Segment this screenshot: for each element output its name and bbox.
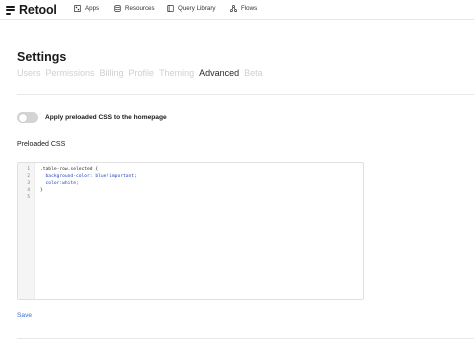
nav-label-flows: Flows [241, 5, 258, 12]
flows-icon [230, 5, 237, 12]
code-line[interactable]: background-color: blue!important; [40, 173, 137, 180]
apps-icon [74, 5, 81, 12]
tab-profile[interactable]: Profile [129, 68, 155, 82]
database-icon [114, 5, 121, 12]
editor-code[interactable]: .table-row.selected { background-color: … [40, 166, 137, 201]
preload-css-toggle-row: Apply preloaded CSS to the homepage [17, 112, 167, 123]
code-line[interactable] [40, 194, 137, 201]
preload-css-toggle-label: Apply preloaded CSS to the homepage [45, 114, 167, 121]
code-line[interactable]: } [40, 187, 137, 194]
line-number: 4 [27, 188, 30, 193]
preloaded-css-label: Preloaded CSS [17, 141, 66, 148]
line-number: 2 [27, 174, 30, 179]
brand-name: Retool [19, 3, 57, 17]
tabs-divider [17, 94, 474, 95]
top-navigation-bar: Retool Apps Resources Query Library Flow… [0, 0, 474, 20]
tab-users[interactable]: Users [17, 68, 41, 82]
line-number: 5 [27, 195, 30, 200]
nav-label-apps: Apps [85, 5, 100, 12]
nav-label-resources: Resources [125, 5, 155, 12]
tab-advanced[interactable]: Advanced [199, 68, 239, 82]
nav-label-query-library: Query Library [178, 5, 216, 12]
page-title: Settings [17, 50, 67, 64]
toggle-knob [18, 113, 27, 122]
retool-logo-icon [6, 5, 15, 16]
code-line[interactable]: color:white; [40, 180, 137, 187]
editor-gutter: 1 2 3 4 5 [18, 163, 35, 299]
tab-beta[interactable]: Beta [244, 68, 263, 82]
book-icon [167, 5, 174, 12]
css-code-editor[interactable]: 1 2 3 4 5 .table-row.selected { backgrou… [17, 162, 364, 300]
nav-item-apps[interactable]: Apps [74, 5, 99, 12]
code-line[interactable]: .table-row.selected { [40, 166, 137, 173]
settings-tabs: Users Permissions Billing Profile Themin… [17, 68, 263, 82]
tab-billing[interactable]: Billing [100, 68, 124, 82]
nav-item-query-library[interactable]: Query Library [167, 5, 215, 12]
bottom-divider [17, 338, 474, 339]
line-number: 1 [27, 167, 30, 172]
brand-logo[interactable]: Retool [6, 3, 57, 17]
preload-css-toggle[interactable] [17, 112, 38, 123]
nav-item-flows[interactable]: Flows [230, 5, 257, 12]
save-button[interactable]: Save [17, 312, 32, 319]
nav-item-resources[interactable]: Resources [114, 5, 155, 12]
tab-permissions[interactable]: Permissions [46, 68, 95, 82]
line-number: 3 [27, 181, 30, 186]
tab-theming[interactable]: Theming [159, 68, 194, 82]
